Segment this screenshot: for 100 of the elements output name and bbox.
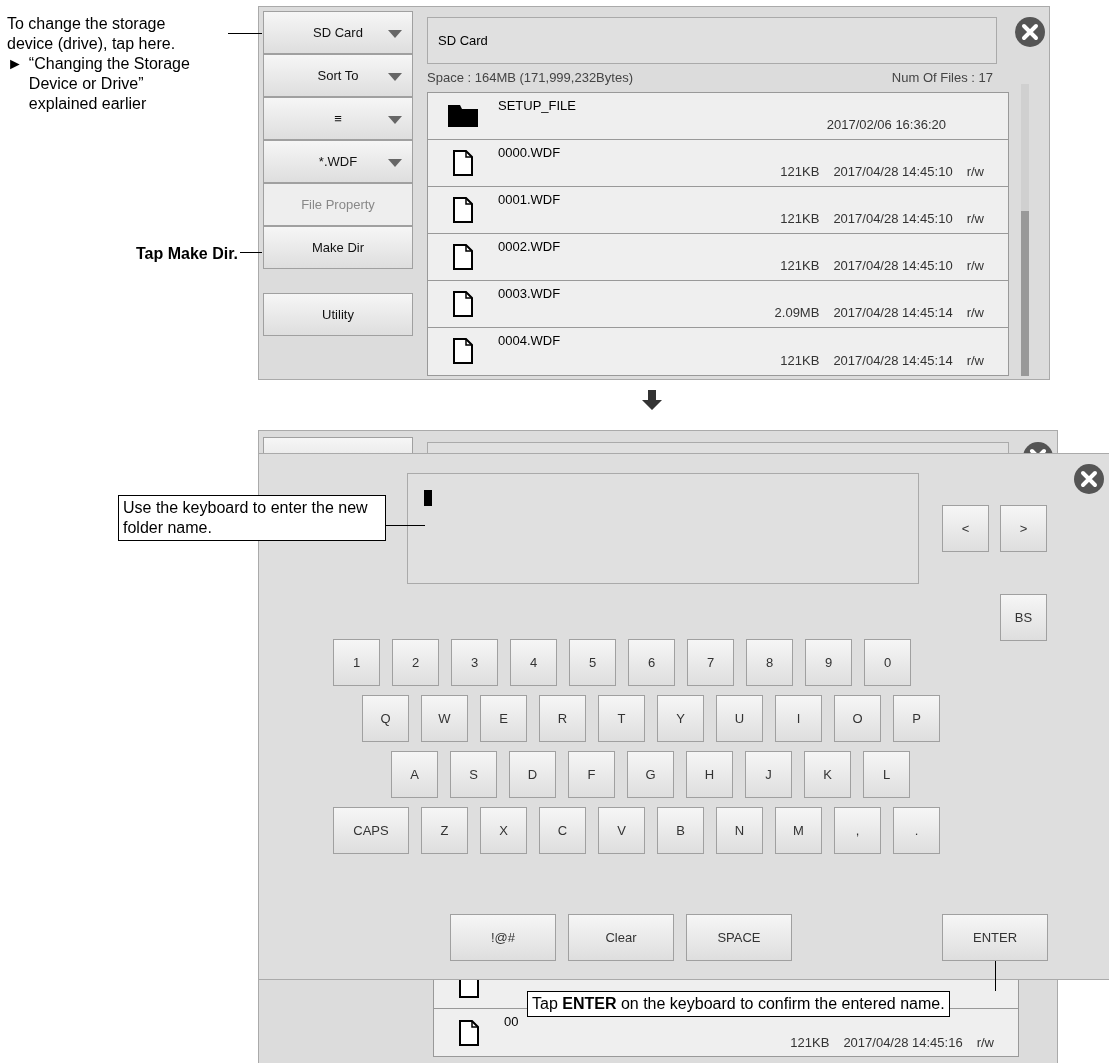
keyboard-key[interactable]: H xyxy=(686,751,733,798)
file-icon xyxy=(453,149,473,176)
file-row[interactable]: 0000.WDF 121KB 2017/04/28 14:45:10 r/w xyxy=(428,139,1008,187)
keyboard-key[interactable]: U xyxy=(716,695,763,742)
cursor-key[interactable]: > xyxy=(1000,505,1047,552)
keyboard-key[interactable]: N xyxy=(716,807,763,854)
keyboard-key[interactable]: R xyxy=(539,695,586,742)
close-icon[interactable] xyxy=(1074,464,1104,494)
keyboard-key[interactable]: Q xyxy=(362,695,409,742)
side-button[interactable]: Sort To xyxy=(263,54,413,97)
side-button[interactable]: ≡ xyxy=(263,97,413,140)
keyboard-key[interactable]: D xyxy=(509,751,556,798)
file-size: 121KB xyxy=(780,257,820,275)
file-access: r/w xyxy=(966,352,984,370)
leader-line xyxy=(995,961,996,991)
close-icon[interactable] xyxy=(1015,17,1045,47)
caret-icon xyxy=(388,73,402,81)
file-access: r/w xyxy=(966,304,984,322)
keyboard-key[interactable]: 2 xyxy=(392,639,439,686)
keyboard-key[interactable]: 9 xyxy=(805,639,852,686)
cursor-key[interactable]: < xyxy=(942,505,989,552)
leader-line xyxy=(228,33,262,34)
space-info: Space : 164MB (171,999,232Bytes) xyxy=(427,69,633,87)
keyboard-key[interactable]: P xyxy=(893,695,940,742)
file-date: 2017/04/28 14:45:14 xyxy=(833,352,953,370)
backspace-key[interactable]: BS xyxy=(1000,594,1047,641)
file-row[interactable]: 0004.WDF 121KB 2017/04/28 14:45:14 r/w xyxy=(428,327,1008,375)
file-row[interactable]: 0003.WDF 2.09MB 2017/04/28 14:45:14 r/w xyxy=(428,280,1008,328)
keyboard-key[interactable]: Y xyxy=(657,695,704,742)
keyboard-key[interactable]: W xyxy=(421,695,468,742)
keyboard-key[interactable]: X xyxy=(480,807,527,854)
keyboard-key[interactable]: 7 xyxy=(687,639,734,686)
keyboard-key[interactable]: K xyxy=(804,751,851,798)
keyboard-key[interactable]: CAPS xyxy=(333,807,409,854)
file-size: 121KB xyxy=(780,210,820,228)
file-row[interactable]: 0001.WDF 121KB 2017/04/28 14:45:10 r/w xyxy=(428,186,1008,234)
keyboard-key[interactable]: Z xyxy=(421,807,468,854)
keyboard-key[interactable]: G xyxy=(627,751,674,798)
file-date: 2017/04/28 14:45:10 xyxy=(833,210,953,228)
keyboard-key[interactable]: 1 xyxy=(333,639,380,686)
enter-key[interactable]: ENTER xyxy=(942,914,1048,961)
keyboard-key[interactable]: I xyxy=(775,695,822,742)
file-date: 2017/04/28 14:45:16 xyxy=(843,1033,963,1052)
keyboard-key[interactable]: 8 xyxy=(746,639,793,686)
file-icon xyxy=(453,243,473,270)
down-arrow-icon xyxy=(642,390,662,410)
caret-icon xyxy=(388,159,402,167)
file-row[interactable]: 0002.WDF 121KB 2017/04/28 14:45:10 r/w xyxy=(428,233,1008,281)
file-name: SETUP_FILE xyxy=(498,96,577,115)
file-access: r/w xyxy=(966,163,984,181)
caret-icon xyxy=(388,30,402,38)
file-size: 121KB xyxy=(780,352,820,370)
enter-hint-tooltip: Tap ENTER on the keyboard to confirm the entered name. xyxy=(527,991,950,1017)
file-access: r/w xyxy=(966,257,984,275)
file-access: r/w xyxy=(966,210,984,228)
path-field: SD Card xyxy=(427,17,997,64)
keyboard-key[interactable]: J xyxy=(745,751,792,798)
keyboard-key[interactable]: A xyxy=(391,751,438,798)
name-input-field[interactable] xyxy=(407,473,919,584)
file-icon xyxy=(453,290,473,317)
keyboard-key[interactable]: Clear xyxy=(568,914,674,961)
keyboard-key[interactable]: L xyxy=(863,751,910,798)
keyboard-key[interactable]: !@# xyxy=(450,914,556,961)
keyboard-key[interactable]: S xyxy=(450,751,497,798)
keyboard-key[interactable]: E xyxy=(480,695,527,742)
file-name: 0003.WDF xyxy=(498,284,561,303)
keyboard-key[interactable]: 4 xyxy=(510,639,557,686)
side-button[interactable]: SD Card xyxy=(263,11,413,54)
utility-button[interactable]: Utility xyxy=(263,293,413,336)
keyboard-key[interactable]: 0 xyxy=(864,639,911,686)
keyboard-key[interactable]: V xyxy=(598,807,645,854)
side-button[interactable]: *.WDF xyxy=(263,140,413,183)
keyboard-key[interactable]: SPACE xyxy=(686,914,792,961)
keyboard-key[interactable]: 5 xyxy=(569,639,616,686)
keyboard-key[interactable]: C xyxy=(539,807,586,854)
side-button[interactable]: Make Dir xyxy=(263,226,413,269)
keyboard-key[interactable]: M xyxy=(775,807,822,854)
file-row[interactable]: SETUP_FILE 2017/02/06 16:36:20 xyxy=(428,92,1008,140)
leader-line xyxy=(385,525,425,526)
text-cursor xyxy=(424,490,432,506)
keyboard-key[interactable]: 6 xyxy=(628,639,675,686)
make-dir-label: Tap Make Dir. xyxy=(136,244,238,264)
file-size: 2.09MB xyxy=(774,304,820,322)
file-icon xyxy=(459,1019,479,1046)
keyboard-key[interactable]: F xyxy=(568,751,615,798)
keyboard-key[interactable]: 3 xyxy=(451,639,498,686)
keyboard-key[interactable]: B xyxy=(657,807,704,854)
reference-icon: ► xyxy=(7,54,23,114)
scrollbar[interactable] xyxy=(1021,83,1029,376)
keyboard-key[interactable]: O xyxy=(834,695,881,742)
file-date: 2017/04/28 14:45:10 xyxy=(833,163,953,181)
keyboard-key[interactable]: T xyxy=(598,695,645,742)
keyboard-key[interactable]: . xyxy=(893,807,940,854)
keyboard-key[interactable]: , xyxy=(834,807,881,854)
file-date: 2017/04/28 14:45:10 xyxy=(833,257,953,275)
file-count: Num Of Files : 17 xyxy=(891,69,993,87)
file-name: 0004.WDF xyxy=(498,331,561,350)
file-size: 121KB xyxy=(780,163,820,181)
file-access: r/w xyxy=(976,1033,994,1052)
folder-icon xyxy=(448,104,478,127)
